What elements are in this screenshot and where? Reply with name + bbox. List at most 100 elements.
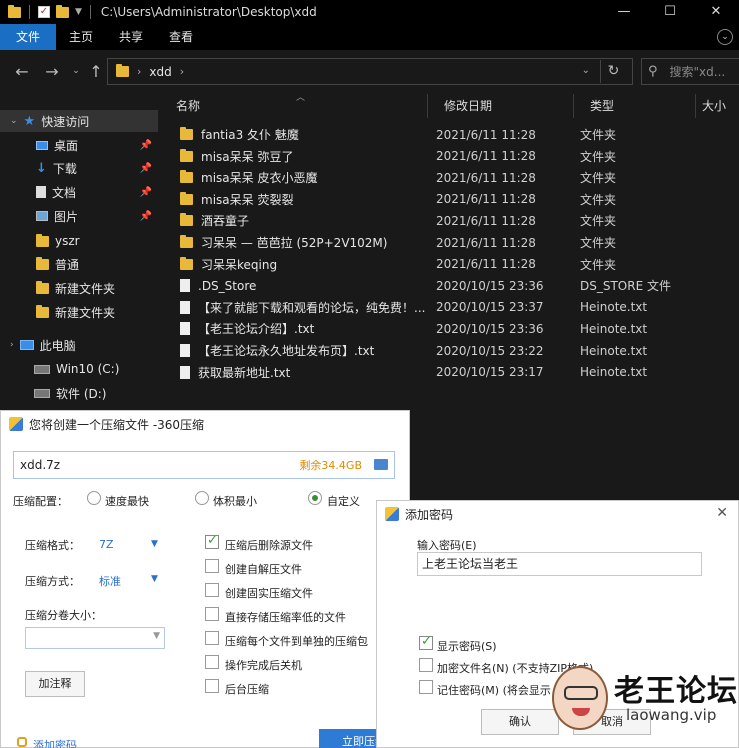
password-input[interactable]: 上老王论坛当老王 [417, 552, 702, 576]
chevron-down-icon[interactable]: ⌄ [10, 116, 18, 126]
archive-name-field[interactable]: xdd.7z 剩余34.4GB [13, 451, 395, 479]
forward-arrow-icon[interactable]: → [42, 62, 62, 81]
add-password-link[interactable]: 添加密码 [33, 737, 77, 748]
archive-name-value[interactable]: xdd.7z [20, 458, 60, 472]
file-name[interactable]: misa呆呆 荧裂裂 [201, 191, 293, 208]
breadcrumb[interactable]: xdd [149, 65, 171, 79]
checkbox-delete-source-label[interactable]: 压缩后删除源文件 [225, 537, 313, 553]
table-row[interactable]: fantia3 夂仆 魅魔 2021/6/11 11:28 文件夹 [160, 124, 739, 145]
table-row[interactable]: .DS_Store 2020/10/15 23:36 DS_STORE 文件 [160, 275, 739, 296]
chevron-down-icon[interactable]: ▼ [151, 539, 158, 549]
file-name[interactable]: 获取最新地址.txt [198, 364, 290, 381]
file-name[interactable]: 【老王论坛永久地址发布页】.txt [198, 342, 374, 359]
sidebar-item-quick-access[interactable]: ⌄ ★ 快速访问 [0, 110, 158, 132]
chevron-down-icon[interactable]: ▼ [151, 574, 158, 584]
file-name-cell[interactable]: misa呆呆 弥豆了 [180, 148, 430, 165]
checkbox-self-extract[interactable] [205, 559, 219, 573]
checkbox-solid[interactable] [205, 583, 219, 597]
file-name[interactable]: 【老王论坛介绍】.txt [198, 320, 314, 337]
up-arrow-icon[interactable]: ↑ [86, 62, 106, 81]
column-header-name[interactable]: 名称 [160, 94, 428, 118]
chevron-right-icon[interactable]: › [180, 65, 184, 78]
table-row[interactable]: 酒吞童子 2021/6/11 11:28 文件夹 [160, 210, 739, 231]
checkbox-show-password[interactable] [419, 634, 433, 650]
file-name-cell[interactable]: 酒吞童子 [180, 212, 430, 229]
customize-toolbar-icon[interactable]: ▼ [75, 7, 82, 17]
checkbox-store-low-ratio[interactable] [205, 607, 219, 621]
radio-smallest-label[interactable]: 体积最小 [213, 493, 257, 509]
table-row[interactable]: 【来了就能下载和观看的论坛，纯免费！... 2020/10/15 23:37 Hei… [160, 297, 739, 318]
close-button[interactable]: ✕ [693, 0, 739, 24]
format-select[interactable]: 7Z [99, 538, 114, 551]
checkbox-store-low-ratio-label[interactable]: 直接存储压缩率低的文件 [225, 609, 346, 625]
chevron-down-icon[interactable]: ▼ [153, 631, 160, 641]
volume-size-select[interactable]: ▼ [25, 627, 165, 649]
checkbox-separate-archives-label[interactable]: 压缩每个文件到单独的压缩包 [225, 633, 368, 649]
table-row[interactable]: 【老王论坛永久地址发布页】.txt 2020/10/15 23:22 Heinote… [160, 340, 739, 361]
file-name[interactable]: 【来了就能下载和观看的论坛，纯免费！... [198, 299, 425, 316]
checkbox-shutdown[interactable] [205, 655, 219, 669]
table-row[interactable]: 习呆呆keqing 2021/6/11 11:28 文件夹 [160, 254, 739, 275]
search-input[interactable]: 搜索"xd... [670, 63, 726, 80]
checkbox-background[interactable] [205, 679, 219, 693]
recent-locations-icon[interactable]: ⌄ [66, 66, 86, 76]
checkbox-solid-label[interactable]: 创建固实压缩文件 [225, 585, 313, 601]
maximize-button[interactable]: ☐ [647, 0, 693, 24]
checkbox-background-label[interactable]: 后台压缩 [225, 681, 269, 697]
tab-home[interactable]: 主页 [56, 24, 106, 50]
close-icon[interactable]: ✕ [716, 505, 728, 521]
new-folder-icon[interactable] [56, 4, 69, 18]
file-name-cell[interactable]: 习呆呆keqing [180, 256, 430, 273]
tab-share[interactable]: 共享 [106, 24, 156, 50]
file-name[interactable]: 酒吞童子 [201, 212, 249, 229]
checkbox-show-password-label[interactable]: 显示密码(S) [437, 638, 497, 654]
checkbox-self-extract-label[interactable]: 创建自解压文件 [225, 561, 302, 577]
sidebar-item-documents[interactable]: 文档 📌 [0, 181, 158, 203]
sidebar-item-drive-d[interactable]: 软件 (D:) [0, 382, 158, 404]
table-row[interactable]: 【老王论坛介绍】.txt 2020/10/15 23:36 Heinote.txt [160, 318, 739, 339]
sidebar-item-drive-c[interactable]: Win10 (C:) [0, 358, 158, 380]
file-name-cell[interactable]: fantia3 夂仆 魅魔 [180, 126, 430, 143]
sidebar-item-desktop[interactable]: 桌面 📌 [0, 134, 158, 156]
sidebar-item-pictures[interactable]: 图片 📌 [0, 205, 158, 227]
add-comment-button[interactable]: 加注释 [25, 671, 85, 697]
chevron-right-icon[interactable]: › [137, 65, 141, 78]
tab-file[interactable]: 文件 [0, 24, 57, 50]
sidebar-item-new-folder-1[interactable]: 新建文件夹 [0, 277, 158, 299]
radio-fastest-label[interactable]: 速度最快 [105, 493, 149, 509]
checkbox-remember-password-label[interactable]: 记住密码(M) (将会显示 [437, 682, 551, 698]
radio-smallest[interactable] [195, 491, 209, 505]
sidebar-item-yszr[interactable]: yszr [0, 230, 158, 252]
address-dropdown-icon[interactable]: ⌄ [582, 65, 590, 76]
browse-folder-icon[interactable] [374, 459, 388, 470]
file-name-cell[interactable]: 习呆呆 — 芭芭拉 (52P+2V102M) [180, 234, 430, 251]
method-select[interactable]: 标准 [99, 573, 121, 589]
sidebar-item-new-folder-2[interactable]: 新建文件夹 [0, 301, 158, 323]
radio-custom[interactable] [308, 491, 322, 505]
refresh-icon[interactable]: ↻ [600, 60, 626, 83]
checkbox-separate-archives[interactable] [205, 631, 219, 645]
file-name-cell[interactable]: 【老王论坛介绍】.txt [180, 320, 430, 337]
sidebar-item-this-pc[interactable]: › 此电脑 [0, 334, 158, 356]
file-name[interactable]: 习呆呆 — 芭芭拉 (52P+2V102M) [201, 234, 387, 251]
column-header-date[interactable]: 修改日期 [428, 94, 574, 118]
tab-view[interactable]: 查看 [156, 24, 206, 50]
column-header-size[interactable]: 大小 [696, 94, 739, 118]
radio-custom-label[interactable]: 自定义 [327, 493, 360, 509]
table-row[interactable]: misa呆呆 皮衣小恶魔 2021/6/11 11:28 文件夹 [160, 167, 739, 188]
sidebar-item-downloads[interactable]: ↓ 下载 📌 [0, 157, 158, 179]
checkbox-encrypt-names[interactable] [419, 658, 433, 672]
file-name-cell[interactable]: 获取最新地址.txt [180, 364, 430, 381]
search-box[interactable]: ⚲ 搜索"xd... [641, 58, 739, 85]
checkbox-remember-password[interactable] [419, 680, 433, 694]
back-arrow-icon[interactable]: ← [12, 62, 32, 81]
table-row[interactable]: misa呆呆 荧裂裂 2021/6/11 11:28 文件夹 [160, 189, 739, 210]
checkbox-shutdown-label[interactable]: 操作完成后关机 [225, 657, 302, 673]
file-name[interactable]: .DS_Store [198, 279, 256, 293]
expand-ribbon-icon[interactable]: ⌄ [717, 29, 733, 45]
checkbox-delete-source[interactable] [205, 533, 219, 549]
file-name-cell[interactable]: 【老王论坛永久地址发布页】.txt [180, 342, 430, 359]
folder-icon[interactable] [8, 4, 21, 18]
minimize-button[interactable]: — [601, 0, 647, 24]
file-name[interactable]: misa呆呆 弥豆了 [201, 148, 293, 165]
